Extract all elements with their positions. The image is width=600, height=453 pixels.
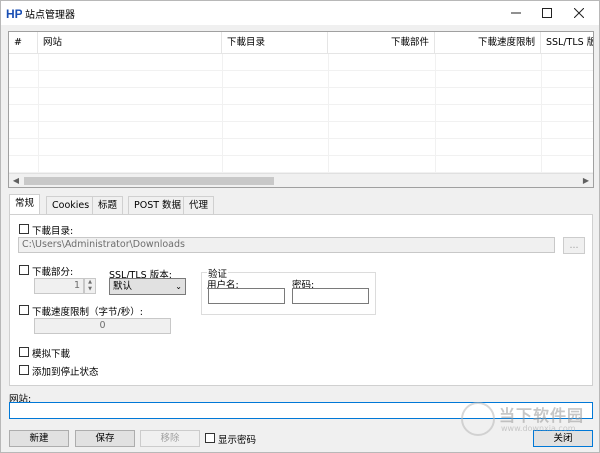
minimize-icon (511, 12, 521, 14)
show-password-label: 显示密码 (218, 435, 257, 446)
app-icon-glyph: HP (6, 7, 22, 21)
speed-limit-label: 下載速度限制（字节/秒）: (32, 307, 143, 318)
close-window-button[interactable] (559, 1, 599, 25)
speed-limit-field[interactable]: 0 (34, 318, 171, 334)
tab-proxy[interactable]: 代理 (183, 196, 215, 214)
add-stopped-label: 添加到停止状态 (32, 367, 99, 378)
title-bar: HP 站点管理器 (1, 1, 599, 25)
table-row (9, 105, 593, 122)
simulate-download-label: 模拟下載 (32, 349, 71, 360)
scrollbar-thumb[interactable] (24, 177, 274, 185)
download-dir-label: 下載目录: (32, 226, 74, 237)
column-header-site[interactable]: 网站 (38, 32, 222, 54)
tab-post-data[interactable]: POST 数据 (128, 196, 188, 214)
chevron-down-icon: ⌄ (175, 282, 182, 291)
column-header-download-parts[interactable]: 下載部件 (328, 32, 435, 54)
table-row (9, 88, 593, 105)
scroll-left-icon[interactable]: ◀ (9, 174, 23, 187)
download-dir-checkbox[interactable] (19, 224, 29, 234)
show-password-checkbox[interactable] (205, 433, 215, 443)
maximize-icon (542, 8, 552, 18)
table-row (9, 156, 593, 173)
column-header-index[interactable]: # (9, 32, 38, 54)
speed-limit-checkbox[interactable] (19, 305, 29, 315)
browse-button[interactable]: ... (563, 237, 585, 254)
column-header-ssl[interactable]: SSL/TLS 版 (541, 32, 593, 54)
stepper-down-icon[interactable]: ▼ (85, 286, 95, 293)
tab-general[interactable]: 常规 (9, 194, 41, 215)
close-button[interactable]: 关闭 (533, 430, 593, 447)
add-stopped-checkbox[interactable] (19, 365, 29, 375)
tab-headers[interactable]: 标题 (92, 196, 124, 214)
parts-stepper[interactable]: ▲ ▼ (84, 278, 96, 294)
table-header: # 网站 下載目录 下載部件 下載速度限制 SSL/TLS 版 (9, 32, 593, 54)
table-row (9, 71, 593, 88)
close-icon (574, 8, 584, 18)
download-parts-checkbox[interactable] (19, 265, 29, 275)
app-icon: HP (6, 7, 22, 21)
simulate-download-checkbox[interactable] (19, 347, 29, 357)
window-title: 站点管理器 (25, 10, 75, 21)
column-header-speed-limit[interactable]: 下載速度限制 (435, 32, 541, 54)
sites-table[interactable]: # 网站 下載目录 下載部件 下載速度限制 SSL/TLS 版 ◀ ▶ (8, 31, 594, 188)
download-dir-field[interactable]: C:\Users\Administrator\Downloads (18, 237, 555, 253)
site-input[interactable] (9, 402, 593, 419)
scroll-right-icon[interactable]: ▶ (579, 174, 593, 187)
table-row (9, 54, 593, 71)
download-parts-label: 下載部分: (32, 267, 74, 278)
tab-cookies[interactable]: Cookies (46, 196, 96, 214)
download-parts-field[interactable]: 1 (34, 278, 84, 294)
stepper-up-icon[interactable]: ▲ (85, 279, 95, 286)
ssl-version-value: 默认 (113, 281, 133, 292)
horizontal-scrollbar[interactable]: ◀ ▶ (9, 173, 593, 187)
password-input[interactable] (292, 288, 369, 304)
remove-button[interactable]: 移除 (140, 430, 200, 447)
ssl-version-select[interactable]: 默认 ⌄ (109, 278, 186, 295)
username-input[interactable] (208, 288, 285, 304)
table-row (9, 139, 593, 156)
site-manager-window: HP 站点管理器 # 网站 下載目录 下載部件 下載速度限制 SSL/TLS 版 (0, 0, 600, 453)
column-header-download-dir[interactable]: 下載目录 (222, 32, 328, 54)
new-button[interactable]: 新建 (9, 430, 69, 447)
table-row (9, 122, 593, 139)
general-tab-panel: 下載目录: C:\Users\Administrator\Downloads .… (9, 214, 593, 386)
save-button[interactable]: 保存 (75, 430, 135, 447)
